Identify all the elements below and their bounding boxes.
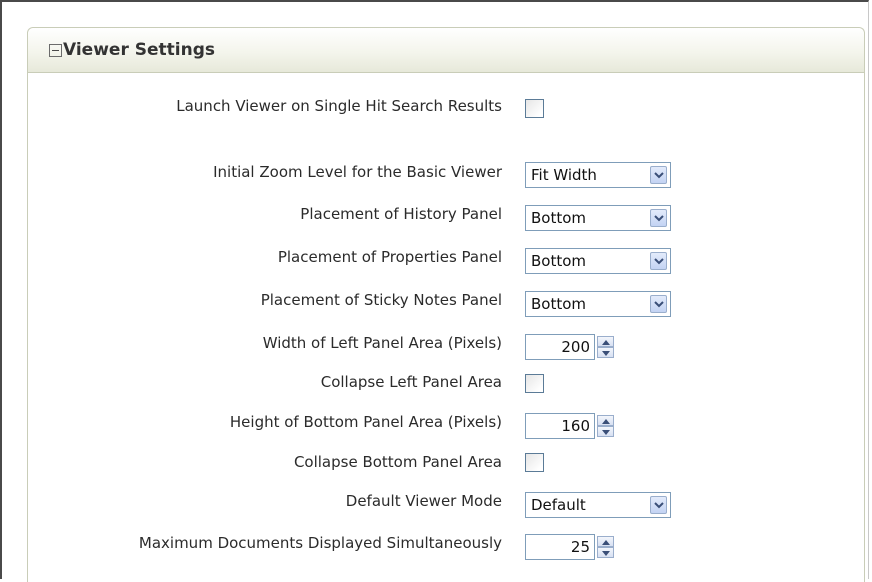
setting-row-zoom-level: Initial Zoom Level for the Basic Viewer …: [28, 160, 864, 188]
setting-label: Placement of Properties Panel: [277, 248, 502, 266]
triangle-down-icon[interactable]: [597, 426, 614, 437]
triangle-down-icon[interactable]: [597, 347, 614, 358]
history-panel-select[interactable]: Bottom: [525, 205, 671, 231]
chevron-down-icon[interactable]: [650, 209, 667, 227]
setting-row-max-documents: Maximum Documents Displayed Simultaneous…: [28, 531, 864, 560]
panel-title: Viewer Settings: [63, 40, 215, 60]
collapse-bottom-panel-checkbox[interactable]: [525, 453, 544, 472]
setting-row-viewer-mode: Default Viewer Mode Default: [28, 489, 864, 518]
chevron-down-icon[interactable]: [650, 295, 667, 313]
collapse-minus-icon[interactable]: [49, 44, 62, 57]
left-panel-width-spinner: 200: [525, 334, 614, 360]
setting-label: Initial Zoom Level for the Basic Viewer: [213, 163, 502, 181]
max-documents-input[interactable]: 25: [525, 534, 595, 560]
max-documents-spinner: 25: [525, 534, 614, 560]
setting-label: Collapse Bottom Panel Area: [293, 453, 502, 471]
viewer-settings-panel: Viewer Settings Launch Viewer on Single …: [27, 27, 865, 582]
select-value: Fit Width: [531, 166, 597, 184]
bottom-panel-height-spinner: 160: [525, 413, 614, 439]
viewer-mode-select[interactable]: Default: [525, 492, 671, 518]
triangle-down-icon[interactable]: [597, 547, 614, 558]
properties-panel-select[interactable]: Bottom: [525, 248, 671, 274]
launch-viewer-checkbox[interactable]: [525, 99, 544, 118]
select-value: Bottom: [531, 295, 587, 313]
setting-row-history-panel: Placement of History Panel Bottom: [28, 202, 864, 231]
setting-label: Width of Left Panel Area (Pixels): [262, 334, 502, 352]
window-frame: Viewer Settings Launch Viewer on Single …: [0, 0, 869, 582]
select-value: Bottom: [531, 252, 587, 270]
setting-label: Height of Bottom Panel Area (Pixels): [229, 413, 502, 431]
setting-row-sticky-notes-panel: Placement of Sticky Notes Panel Bottom: [28, 288, 864, 317]
zoom-level-select[interactable]: Fit Width: [525, 162, 671, 188]
bottom-panel-height-input[interactable]: 160: [525, 413, 595, 439]
spinner-buttons: [597, 336, 614, 358]
setting-row-collapse-left: Collapse Left Panel Area: [28, 371, 864, 395]
select-value: Default: [531, 496, 586, 514]
setting-row-properties-panel: Placement of Properties Panel Bottom: [28, 245, 864, 274]
setting-row-collapse-bottom: Collapse Bottom Panel Area: [28, 451, 864, 475]
spinner-buttons: [597, 415, 614, 437]
select-value: Bottom: [531, 209, 587, 227]
chevron-down-icon[interactable]: [650, 496, 667, 514]
triangle-up-icon[interactable]: [597, 415, 614, 426]
setting-row-launch-viewer: Launch Viewer on Single Hit Search Resul…: [28, 95, 864, 143]
sticky-notes-panel-select[interactable]: Bottom: [525, 291, 671, 317]
setting-label: Maximum Documents Displayed Simultaneous…: [138, 534, 502, 552]
setting-label: Default Viewer Mode: [345, 492, 502, 510]
setting-label: Launch Viewer on Single Hit Search Resul…: [176, 97, 502, 115]
triangle-up-icon[interactable]: [597, 336, 614, 347]
spinner-buttons: [597, 536, 614, 558]
setting-label: Collapse Left Panel Area: [320, 373, 502, 391]
panel-header[interactable]: Viewer Settings: [28, 28, 864, 73]
triangle-up-icon[interactable]: [597, 536, 614, 547]
setting-label: Placement of History Panel: [300, 205, 502, 223]
left-panel-width-input[interactable]: 200: [525, 334, 595, 360]
setting-row-left-panel-width: Width of Left Panel Area (Pixels) 200: [28, 331, 864, 360]
chevron-down-icon[interactable]: [650, 166, 667, 184]
chevron-down-icon[interactable]: [650, 252, 667, 270]
setting-label: Placement of Sticky Notes Panel: [260, 291, 502, 309]
collapse-left-panel-checkbox[interactable]: [525, 374, 544, 393]
setting-row-bottom-panel-height: Height of Bottom Panel Area (Pixels) 160: [28, 410, 864, 439]
